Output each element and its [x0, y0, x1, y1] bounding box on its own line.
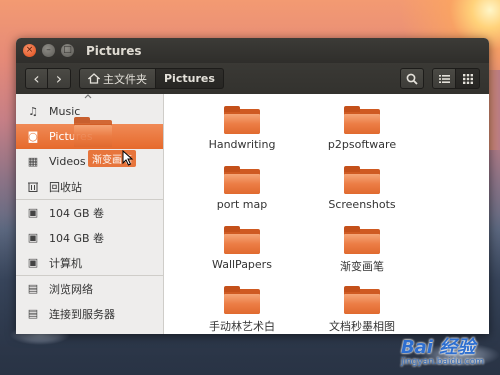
toolbar: ‹ › 主文件夹 Pictures [16, 63, 489, 94]
folder-name: Screenshots [328, 198, 396, 211]
folder-item[interactable]: WallPapers [182, 226, 302, 278]
close-button[interactable]: × [23, 44, 36, 57]
folder-item[interactable]: Screenshots [302, 166, 422, 218]
folder-icon [344, 106, 380, 134]
server-icon: ▤ [27, 307, 39, 320]
minimize-button[interactable]: – [42, 44, 55, 57]
list-view-icon [438, 74, 450, 83]
folder-name: port map [216, 198, 268, 211]
sidebar-item-browse-network[interactable]: ▤ 浏览网络 [16, 276, 163, 301]
video-icon: ▦ [27, 155, 39, 168]
background-window-edge [489, 70, 500, 150]
sidebar-item-volume-2[interactable]: ▣ 104 GB 卷 [16, 225, 163, 250]
close-icon: × [25, 45, 34, 55]
breadcrumb-pictures-label: Pictures [164, 72, 215, 85]
breadcrumb-home[interactable]: 主文件夹 [79, 68, 156, 89]
drive-icon: ▣ [27, 206, 39, 219]
sidebar-item-volume-1[interactable]: ▣ 104 GB 卷 [16, 200, 163, 225]
computer-icon: ▣ [27, 256, 39, 269]
watermark-main: Bai 经验 [400, 337, 476, 358]
file-view[interactable]: Handwriting p2psoftware port map Screens… [164, 94, 489, 334]
watermark-logo: Bai 经验 jingyan.baidu.com [401, 333, 484, 367]
sidebar-item-label: Videos [49, 155, 86, 168]
folder-icon [344, 226, 380, 254]
breadcrumb: 主文件夹 Pictures [79, 68, 224, 89]
folder-item[interactable]: Handwriting [182, 106, 302, 158]
mouse-cursor-icon [122, 150, 134, 166]
folder-icon [224, 286, 260, 314]
forward-icon: › [55, 69, 63, 88]
folder-icon [224, 226, 260, 254]
minimize-icon: – [46, 45, 51, 55]
music-icon: ♫ [28, 105, 38, 118]
list-view-button[interactable] [432, 68, 456, 89]
folder-item[interactable]: port map [182, 166, 302, 218]
maximize-icon: □ [63, 45, 72, 55]
breadcrumb-home-label: 主文件夹 [103, 72, 147, 86]
sidebar-item-label: 104 GB 卷 [49, 231, 105, 245]
sidebar-item-label: 回收站 [49, 180, 82, 194]
folder-name: 渐变画笔 [340, 260, 384, 273]
folder-icon [74, 117, 112, 147]
folder-icon [224, 166, 260, 194]
toolbar-right [400, 68, 480, 89]
folder-item[interactable]: p2psoftware [302, 106, 422, 158]
view-toggle [432, 68, 480, 89]
title-bar[interactable]: × – □ Pictures [16, 38, 489, 63]
sidebar-item-computer[interactable]: ▣ 计算机 [16, 250, 163, 275]
sidebar-item-connect-server[interactable]: ▤ 连接到服务器 [16, 301, 163, 326]
window-title: Pictures [86, 43, 142, 58]
search-button[interactable] [400, 68, 424, 89]
back-button[interactable]: ‹ [25, 68, 48, 89]
sidebar-item-label: 104 GB 卷 [49, 206, 105, 220]
watermark-sub: jingyan.baidu.com [400, 357, 484, 367]
trash-icon [26, 180, 40, 194]
sidebar-item-label: 计算机 [49, 256, 82, 270]
chevron-up-icon [84, 94, 92, 99]
folder-icon [344, 166, 380, 194]
file-grid: Handwriting p2psoftware port map Screens… [182, 106, 422, 334]
nav-group: ‹ › [25, 68, 71, 89]
drive-icon: ▣ [27, 231, 39, 244]
grid-view-button[interactable] [456, 68, 480, 89]
file-manager-window: × – □ Pictures ‹ › 主文件夹 Pictures ♫ Music… [16, 38, 489, 334]
folder-item[interactable]: 渐变画笔 [302, 226, 422, 278]
forward-button[interactable]: › [48, 68, 71, 89]
grid-view-icon [462, 73, 473, 84]
search-icon [406, 73, 418, 85]
folder-item[interactable]: 文档秒墨相图 [302, 286, 422, 334]
folder-name: WallPapers [212, 258, 272, 271]
sidebar-item-trash[interactable]: 回收站 [16, 174, 163, 199]
camera-icon: ◙ [27, 130, 39, 143]
sidebar-item-label: 浏览网络 [49, 282, 93, 296]
home-icon [88, 73, 100, 84]
sidebar-scroll-up[interactable] [16, 94, 163, 99]
folder-icon [224, 106, 260, 134]
breadcrumb-pictures[interactable]: Pictures [156, 68, 224, 89]
folder-item[interactable]: 手动林艺术白 [182, 286, 302, 334]
folder-icon [344, 286, 380, 314]
folder-name: Handwriting [208, 138, 276, 151]
network-icon: ▤ [27, 282, 39, 295]
back-icon: ‹ [33, 69, 40, 88]
maximize-button[interactable]: □ [61, 44, 74, 57]
sidebar-item-label: 连接到服务器 [49, 307, 115, 321]
folder-name: p2psoftware [327, 138, 397, 151]
folder-name: 文档秒墨相图 [329, 320, 395, 333]
dragged-folder[interactable] [74, 117, 114, 151]
folder-name: 手动林艺术白 [209, 320, 275, 333]
